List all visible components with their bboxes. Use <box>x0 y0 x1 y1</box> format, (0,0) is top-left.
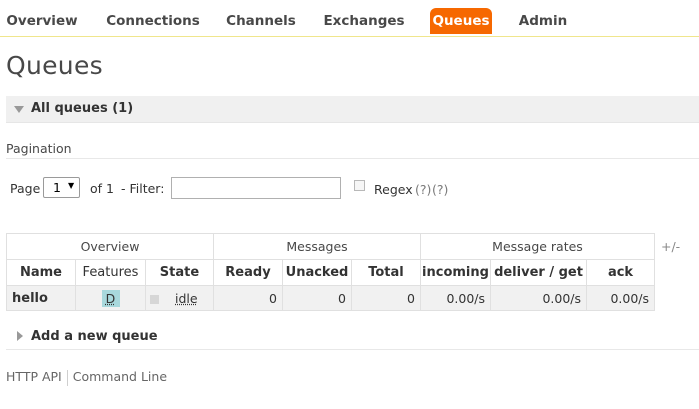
section-title: All queues (1) <box>31 101 134 116</box>
unacked-value: 0 <box>282 285 352 311</box>
page-count-label: of 1 <box>90 181 114 196</box>
tab-connections[interactable]: Connections <box>103 8 203 34</box>
tab-exchanges[interactable]: Exchanges <box>322 8 406 34</box>
footer-separator <box>66 369 68 386</box>
columns-toggle-button[interactable]: +/- <box>661 239 680 254</box>
column-header-deliver-get[interactable]: deliver / get <box>490 259 587 286</box>
page-select-value: 1 <box>53 180 61 195</box>
tab-channels[interactable]: Channels <box>224 8 298 34</box>
deliver-get-rate-value: 0.00/s <box>490 285 587 311</box>
top-nav: Overview Connections Channels Exchanges … <box>0 0 699 37</box>
regex-help-link-2[interactable]: (?) <box>432 182 448 197</box>
footer-link-command-line[interactable]: Command Line <box>73 369 167 384</box>
add-queue-section-header[interactable]: Add a new queue <box>31 329 158 344</box>
group-header-message-rates: Message rates <box>420 233 655 260</box>
tab-queues[interactable]: Queues <box>430 8 492 34</box>
durable-feature-badge[interactable]: D <box>101 289 120 307</box>
state-value: idle <box>175 290 198 306</box>
total-value: 0 <box>351 285 421 311</box>
ready-value: 0 <box>213 285 283 311</box>
expand-triangle-icon <box>17 331 23 341</box>
state-cell: idle <box>145 285 214 311</box>
column-header-unacked[interactable]: Unacked <box>282 259 352 286</box>
regex-label: Regex <box>374 182 413 197</box>
group-header-overview: Overview <box>6 233 214 260</box>
ack-rate-value: 0.00/s <box>586 285 655 311</box>
column-header-ack[interactable]: ack <box>586 259 655 286</box>
column-header-features: Features <box>75 259 146 286</box>
footer: HTTP API Command Line <box>6 369 167 386</box>
features-cell: D <box>75 285 146 311</box>
tab-overview[interactable]: Overview <box>6 8 78 34</box>
column-header-incoming[interactable]: incoming <box>420 259 491 286</box>
page-select[interactable]: 1 ▼ <box>43 177 80 198</box>
incoming-rate-value: 0.00/s <box>420 285 491 311</box>
queue-name-link[interactable]: hello <box>6 285 76 311</box>
state-indicator-icon <box>150 294 159 304</box>
table-row[interactable]: hello D idle 0 0 0 0.00/s 0.00/s 0.00/s <box>6 285 655 311</box>
group-header-messages: Messages <box>213 233 421 260</box>
regex-checkbox[interactable] <box>354 180 365 191</box>
pagination-label: Pagination <box>6 141 72 156</box>
page-title: Queues <box>6 51 103 80</box>
column-header-state[interactable]: State <box>145 259 214 286</box>
pagination-divider <box>6 158 699 159</box>
page-label: Page <box>10 181 41 196</box>
all-queues-section-header[interactable]: All queues (1) <box>6 96 699 123</box>
filter-label: - Filter: <box>121 181 165 196</box>
regex-help-link[interactable]: (?) <box>415 182 431 197</box>
tab-admin[interactable]: Admin <box>516 8 570 34</box>
add-queue-divider <box>6 349 699 350</box>
footer-link-http-api[interactable]: HTTP API <box>6 369 62 384</box>
filter-input[interactable] <box>171 177 341 199</box>
column-header-total[interactable]: Total <box>351 259 421 286</box>
chevron-down-icon: ▼ <box>68 181 75 190</box>
column-header-ready[interactable]: Ready <box>213 259 283 286</box>
column-header-name[interactable]: Name <box>6 259 76 286</box>
collapse-triangle-icon <box>14 106 24 113</box>
queues-table: Overview Messages Message rates Name Fea… <box>6 233 655 311</box>
